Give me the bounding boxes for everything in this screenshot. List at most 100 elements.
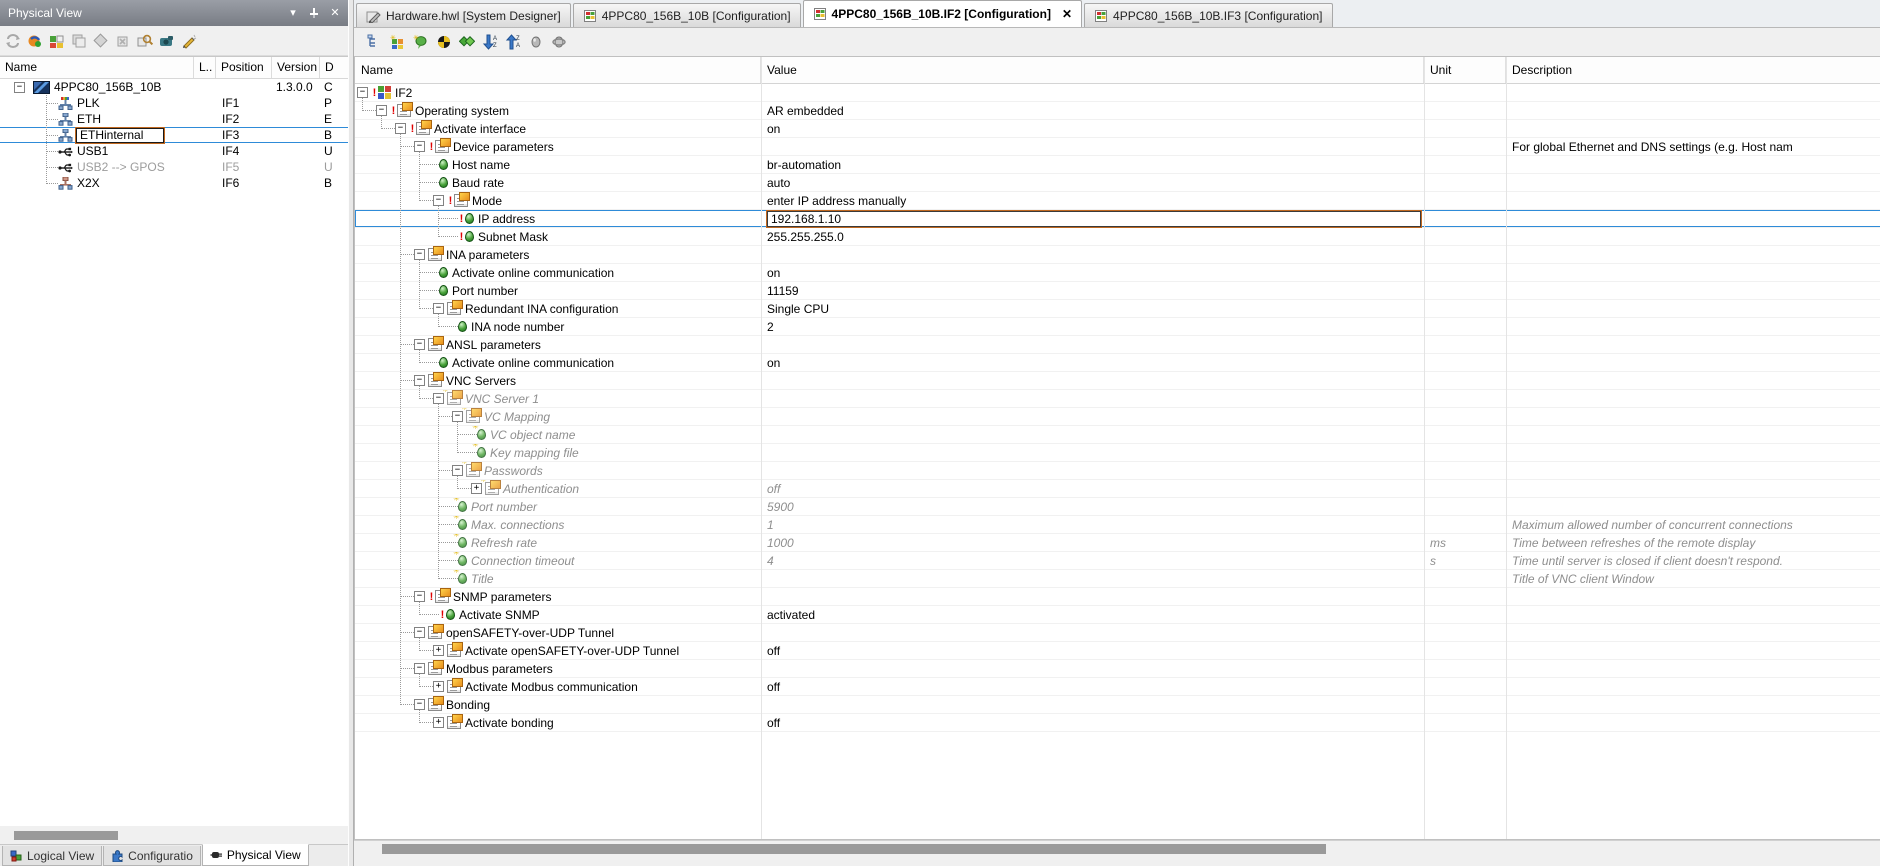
filter-values-icon[interactable] [550,34,568,51]
sort-ascending-icon[interactable]: ZA [504,34,522,51]
expander-minus-icon[interactable]: − [414,339,425,350]
editor-horizontal-scrollbar[interactable] [354,840,1880,857]
expander-minus-icon[interactable]: − [414,141,425,152]
config-row[interactable]: − Bonding [355,696,1880,714]
expander-minus-icon[interactable]: − [433,303,444,314]
config-row[interactable]: ✳ Max. connections 1 Maximum allowed number… [355,516,1880,534]
tree-row[interactable]: USB1 IF4 U [0,143,348,159]
hardware-catalog-icon[interactable]: ✳ [389,34,407,51]
tree-view-icon[interactable] [366,34,384,51]
view-tab-physical-view[interactable]: Physical View [201,844,309,866]
show-all-values-icon[interactable] [527,34,545,51]
view-tab-configuratio[interactable]: Configuratio [103,846,201,866]
expander-minus-icon[interactable]: − [414,699,425,710]
config-row[interactable]: ! IP address 192.168.1.10 [355,209,1880,228]
expander-minus-icon[interactable]: − [452,465,463,476]
camera-device-icon[interactable] [158,32,176,49]
expander-plus-icon[interactable]: + [471,483,482,494]
dock-horizontal-scrollbar[interactable] [0,828,348,843]
expander-minus-icon[interactable]: − [433,195,444,206]
refresh-icon[interactable] [4,32,22,49]
config-row[interactable]: − ✳ VNC Server 1 [355,390,1880,408]
config-row[interactable]: − ANSL parameters [355,336,1880,354]
locate-icon[interactable] [435,34,453,51]
expander-plus-icon[interactable]: + [433,645,444,656]
auto-hide-pin-icon[interactable] [307,6,321,20]
expander-plus-icon[interactable]: + [433,717,444,728]
column-header-name[interactable]: Name [0,57,194,78]
editor-tab-3[interactable]: 4PPC80_156B_10B.IF2 [Configuration] ✕ [802,0,1083,27]
compare-icon[interactable] [458,34,476,51]
config-row[interactable]: ✳ VC object name [355,426,1880,444]
editor-tab-4[interactable]: 4PPC80_156B_10B.IF3 [Configuration] [1084,3,1333,27]
config-row[interactable]: −! SNMP parameters [355,588,1880,606]
tree-row[interactable]: X2X IF6 B [0,175,348,191]
column-header-value[interactable]: Value [761,57,1424,83]
config-row[interactable]: −! Operating system AR embedded [355,102,1880,120]
config-row[interactable]: INA node number 2 [355,318,1880,336]
config-row[interactable]: Port number 11159 [355,282,1880,300]
expander-minus-icon[interactable]: − [14,81,25,93]
scrollbar-thumb[interactable] [382,844,1326,854]
tree-row[interactable]: − 4PPC80_156B_10B 1.3.0.0 C [0,79,348,95]
close-icon[interactable]: ✕ [328,6,342,20]
expander-minus-icon[interactable]: − [433,393,444,404]
rename-edit-box[interactable]: ETHinternal [75,126,165,144]
editor-tab-2[interactable]: 4PPC80_156B_10B [Configuration] [572,3,801,27]
config-row[interactable]: Activate online communication on [355,354,1880,372]
column-header-unit[interactable]: Unit [1424,57,1506,83]
column-header-d[interactable]: D [320,57,348,78]
upload-hardware-icon[interactable] [26,32,44,49]
config-row[interactable]: − ✳ VC Mapping [355,408,1880,426]
config-row[interactable]: + Activate Modbus communication off [355,678,1880,696]
config-row[interactable]: ✳ Port number 5900 [355,498,1880,516]
config-row[interactable]: ✳ Connection timeout 4 s Time until server i… [355,552,1880,570]
tree-row[interactable]: ETH IF2 E [0,111,348,127]
balloon-help-icon[interactable]: ✳ [412,34,430,51]
column-header-description[interactable]: Description [1506,57,1880,83]
column-header-position[interactable]: Position [216,57,272,78]
sort-descending-icon[interactable]: AZ [481,34,499,51]
value-cell[interactable]: 192.168.1.10 [761,209,1424,228]
add-hardware-icon[interactable] [48,32,66,49]
column-header-l[interactable]: L.. [194,57,216,78]
copy-hardware-icon[interactable] [70,32,88,49]
expander-minus-icon[interactable]: − [452,411,463,422]
column-header-version[interactable]: Version [272,57,320,78]
expander-minus-icon[interactable]: − [414,249,425,260]
editor-tab-1[interactable]: Hardware.hwl [System Designer] [356,3,571,27]
close-tab-icon[interactable]: ✕ [1062,7,1072,21]
config-row[interactable]: − INA parameters [355,246,1880,264]
scrollbar-thumb[interactable] [14,831,118,840]
config-row[interactable]: − ✳ Passwords [355,462,1880,480]
tree-row[interactable]: ETHinternal IF3 B [0,126,348,144]
config-row[interactable]: ✳ Refresh rate 1000 ms Time between refreshe… [355,534,1880,552]
view-tab-logical-view[interactable]: Logical View [2,846,103,866]
config-row[interactable]: Activate online communication on [355,264,1880,282]
expander-minus-icon[interactable]: − [357,87,368,98]
expander-plus-icon[interactable]: + [433,681,444,692]
config-row[interactable]: ✳ Key mapping file [355,444,1880,462]
expander-minus-icon[interactable]: − [376,105,387,116]
expander-minus-icon[interactable]: − [414,663,425,674]
config-row[interactable]: − VNC Servers [355,372,1880,390]
value-edit-box[interactable]: 192.168.1.10 [766,209,1422,228]
delete-module-icon[interactable] [114,32,132,49]
config-row[interactable]: + Activate openSAFETY-over-UDP Tunnel off [355,642,1880,660]
replace-module-icon[interactable] [92,32,110,49]
expander-minus-icon[interactable]: − [414,627,425,638]
config-row[interactable]: + ✳ Authentication off [355,480,1880,498]
config-row[interactable]: −! Mode enter IP address manually [355,192,1880,210]
config-row[interactable]: − Modbus parameters [355,660,1880,678]
config-row[interactable]: − openSAFETY-over-UDP Tunnel [355,624,1880,642]
find-hardware-icon[interactable] [136,32,154,49]
tree-row[interactable]: PLK IF1 P [0,95,348,111]
rename-icon[interactable] [180,32,198,49]
config-row[interactable]: ✳ Title Title of VNC client Window [355,570,1880,588]
config-row[interactable]: Host name br-automation [355,156,1880,174]
column-header-name[interactable]: Name [355,57,761,83]
config-row[interactable]: −! Device parameters For global Ethernet a… [355,138,1880,156]
expander-minus-icon[interactable]: − [414,375,425,386]
config-row[interactable]: Baud rate auto [355,174,1880,192]
config-row[interactable]: −! Activate interface on [355,120,1880,138]
